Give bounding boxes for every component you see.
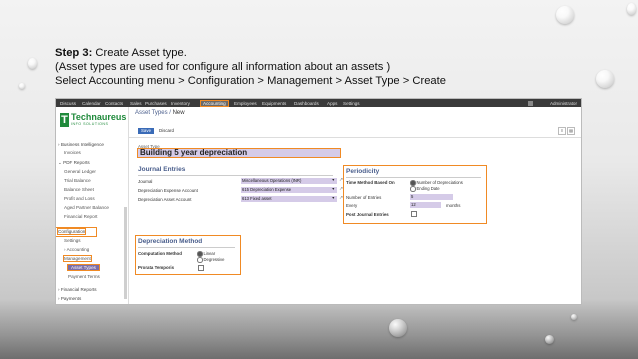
post-journal-entries-checkbox[interactable] bbox=[411, 211, 417, 217]
odoo-screenshot: Discuss Calendar Contacts Sales Purchase… bbox=[55, 98, 582, 305]
menu-accounting[interactable]: Accounting bbox=[200, 99, 229, 107]
sidebar-item-financial-report[interactable]: Financial Report bbox=[64, 214, 97, 219]
step-heading: Step 3: Create Asset type. bbox=[55, 47, 187, 59]
menu-settings[interactable]: Settings bbox=[343, 101, 360, 106]
depreciation-method-title: Depreciation Method bbox=[138, 238, 203, 245]
sidebar-item-profit-loss[interactable]: Profit and Loss bbox=[64, 196, 95, 201]
menu-dashboards[interactable]: Dashboards bbox=[294, 101, 319, 106]
number-of-entries-input[interactable]: 5 bbox=[410, 194, 453, 200]
time-method-label: Time Method Based On bbox=[346, 180, 395, 185]
menu-discuss[interactable]: Discuss bbox=[60, 101, 76, 106]
water-drop-decoration bbox=[19, 83, 25, 89]
user-avatar[interactable] bbox=[528, 100, 533, 106]
radio-selected-icon bbox=[410, 180, 416, 186]
main-content: Asset Types / New Save Discard ≡ ▤ Asset … bbox=[129, 107, 581, 304]
depreciation-expense-label: Depreciation Expense Account bbox=[138, 188, 198, 193]
sidebar-item-trial-balance[interactable]: Trial Balance bbox=[64, 178, 91, 183]
discard-button[interactable]: Discard bbox=[156, 128, 177, 134]
sidebar-item-pdf-reports[interactable]: ⌄ PDF Reports bbox=[58, 160, 90, 166]
menu-equipments[interactable]: Equipments bbox=[262, 101, 286, 106]
water-drop-decoration bbox=[545, 335, 554, 344]
menu-sales[interactable]: Sales bbox=[130, 101, 142, 106]
breadcrumb: Asset Types / New bbox=[135, 110, 185, 116]
depreciation-asset-select[interactable]: 613 Fixed asset ▼ bbox=[241, 196, 337, 202]
radio-empty-icon bbox=[197, 257, 203, 263]
breadcrumb-asset-types[interactable]: Asset Types bbox=[135, 110, 168, 116]
menu-inventory[interactable]: Inventory bbox=[171, 101, 190, 106]
sidebar-item-financial-reports[interactable]: › Financial Reports bbox=[58, 287, 97, 292]
menu-purchases[interactable]: Purchases bbox=[145, 101, 167, 106]
depreciation-expense-select[interactable]: 615 Depreciation Expense ▼ bbox=[241, 187, 337, 193]
step-navigation-path: Select Accounting menu > Configuration >… bbox=[55, 75, 446, 87]
water-drop-decoration bbox=[389, 319, 407, 337]
view-switcher: ≡ ▤ bbox=[557, 127, 575, 135]
section-divider bbox=[346, 177, 481, 178]
section-divider bbox=[138, 175, 333, 176]
post-journal-entries-label: Post Journal Entries bbox=[346, 212, 389, 217]
option-linear[interactable]: Linear bbox=[197, 251, 215, 257]
sidebar-item-business-intelligence[interactable]: › Business Intelligence bbox=[58, 142, 104, 147]
sidebar-item-asset-types[interactable]: Asset Types bbox=[67, 264, 100, 271]
journal-label: Journal bbox=[138, 179, 153, 184]
form-view-icon[interactable]: ▤ bbox=[567, 127, 575, 135]
company-logo: T Technaureus INFO SOLUTIONS bbox=[60, 112, 126, 132]
computation-method-label: Computation Method bbox=[138, 251, 182, 256]
menu-employees[interactable]: Employees bbox=[234, 101, 257, 106]
sidebar-item-balance-sheet[interactable]: Balance Sheet bbox=[64, 187, 94, 192]
sidebar-item-settings[interactable]: Settings bbox=[64, 238, 81, 243]
step-description: (Asset types are used for configure all … bbox=[55, 61, 391, 73]
prorata-temporis-label: Prorata Temporis bbox=[138, 265, 175, 270]
prorata-temporis-checkbox[interactable] bbox=[198, 265, 204, 271]
asset-type-name-input[interactable]: Building 5 year depreciation bbox=[137, 148, 341, 158]
logo-name: Technaureus bbox=[71, 112, 127, 122]
sidebar-item-accounting[interactable]: › Accounting bbox=[64, 247, 89, 252]
dropdown-caret-icon: ▼ bbox=[331, 178, 335, 182]
sidebar-item-general-ledger[interactable]: General Ledger bbox=[64, 169, 96, 174]
every-input[interactable]: 12 bbox=[410, 202, 441, 208]
depreciation-asset-label: Depreciation Asset Account bbox=[138, 197, 192, 202]
option-degressive[interactable]: Degressive bbox=[197, 257, 224, 263]
configuration-highlight bbox=[56, 227, 97, 237]
form-sheet: Asset Type Building 5 year depreciation … bbox=[133, 141, 573, 298]
logo-mark: T bbox=[60, 113, 69, 127]
number-of-entries-label: Number of Entries bbox=[346, 195, 382, 200]
sidebar: T Technaureus INFO SOLUTIONS › Business … bbox=[56, 107, 129, 304]
logo-subtitle: INFO SOLUTIONS bbox=[71, 122, 109, 126]
user-menu[interactable]: Administrator bbox=[550, 101, 577, 106]
sidebar-item-payments[interactable]: › Payments bbox=[58, 296, 81, 301]
menu-contacts[interactable]: Contacts bbox=[105, 101, 123, 106]
water-drop-decoration bbox=[28, 58, 37, 69]
water-drop-decoration bbox=[596, 70, 614, 88]
menu-calendar[interactable]: Calendar bbox=[82, 101, 101, 106]
menu-apps[interactable]: Apps bbox=[327, 101, 337, 106]
journal-select[interactable]: Miscellaneous Operations (INR) ▼ bbox=[241, 178, 337, 184]
radio-empty-icon bbox=[410, 186, 416, 192]
radio-selected-icon bbox=[197, 251, 203, 257]
sidebar-item-invoices[interactable]: Invoices bbox=[64, 150, 81, 155]
sidebar-item-aged-partner[interactable]: Aged Partner Balance bbox=[64, 205, 109, 210]
sidebar-scrollbar[interactable] bbox=[124, 207, 127, 299]
top-menu-bar: Discuss Calendar Contacts Sales Purchase… bbox=[56, 99, 581, 107]
list-view-icon[interactable]: ≡ bbox=[558, 127, 566, 135]
sidebar-item-management[interactable]: Management bbox=[63, 255, 92, 262]
water-drop-decoration bbox=[556, 6, 574, 24]
water-drop-decoration bbox=[627, 3, 636, 15]
option-ending-date[interactable]: Ending Date bbox=[410, 186, 440, 192]
water-drop-decoration bbox=[571, 314, 577, 320]
dropdown-caret-icon: ▼ bbox=[331, 196, 335, 200]
every-label: Every bbox=[346, 203, 358, 208]
section-divider bbox=[138, 247, 235, 248]
breadcrumb-current: New bbox=[172, 110, 185, 116]
sidebar-item-payment-terms[interactable]: Payment Terms bbox=[68, 274, 100, 279]
option-number-of-depreciations[interactable]: Number of Depreciations bbox=[410, 180, 463, 186]
slide-instructions: Step 3: Create Asset type. (Asset types … bbox=[55, 46, 446, 88]
every-unit: months bbox=[446, 203, 461, 208]
journal-entries-title: Journal Entries bbox=[138, 166, 186, 173]
dropdown-caret-icon: ▼ bbox=[331, 187, 335, 191]
periodicity-title: Periodicity bbox=[346, 168, 380, 175]
save-button[interactable]: Save bbox=[138, 128, 155, 134]
slide-bottom-shadow bbox=[0, 299, 638, 359]
control-panel-divider bbox=[129, 137, 581, 138]
